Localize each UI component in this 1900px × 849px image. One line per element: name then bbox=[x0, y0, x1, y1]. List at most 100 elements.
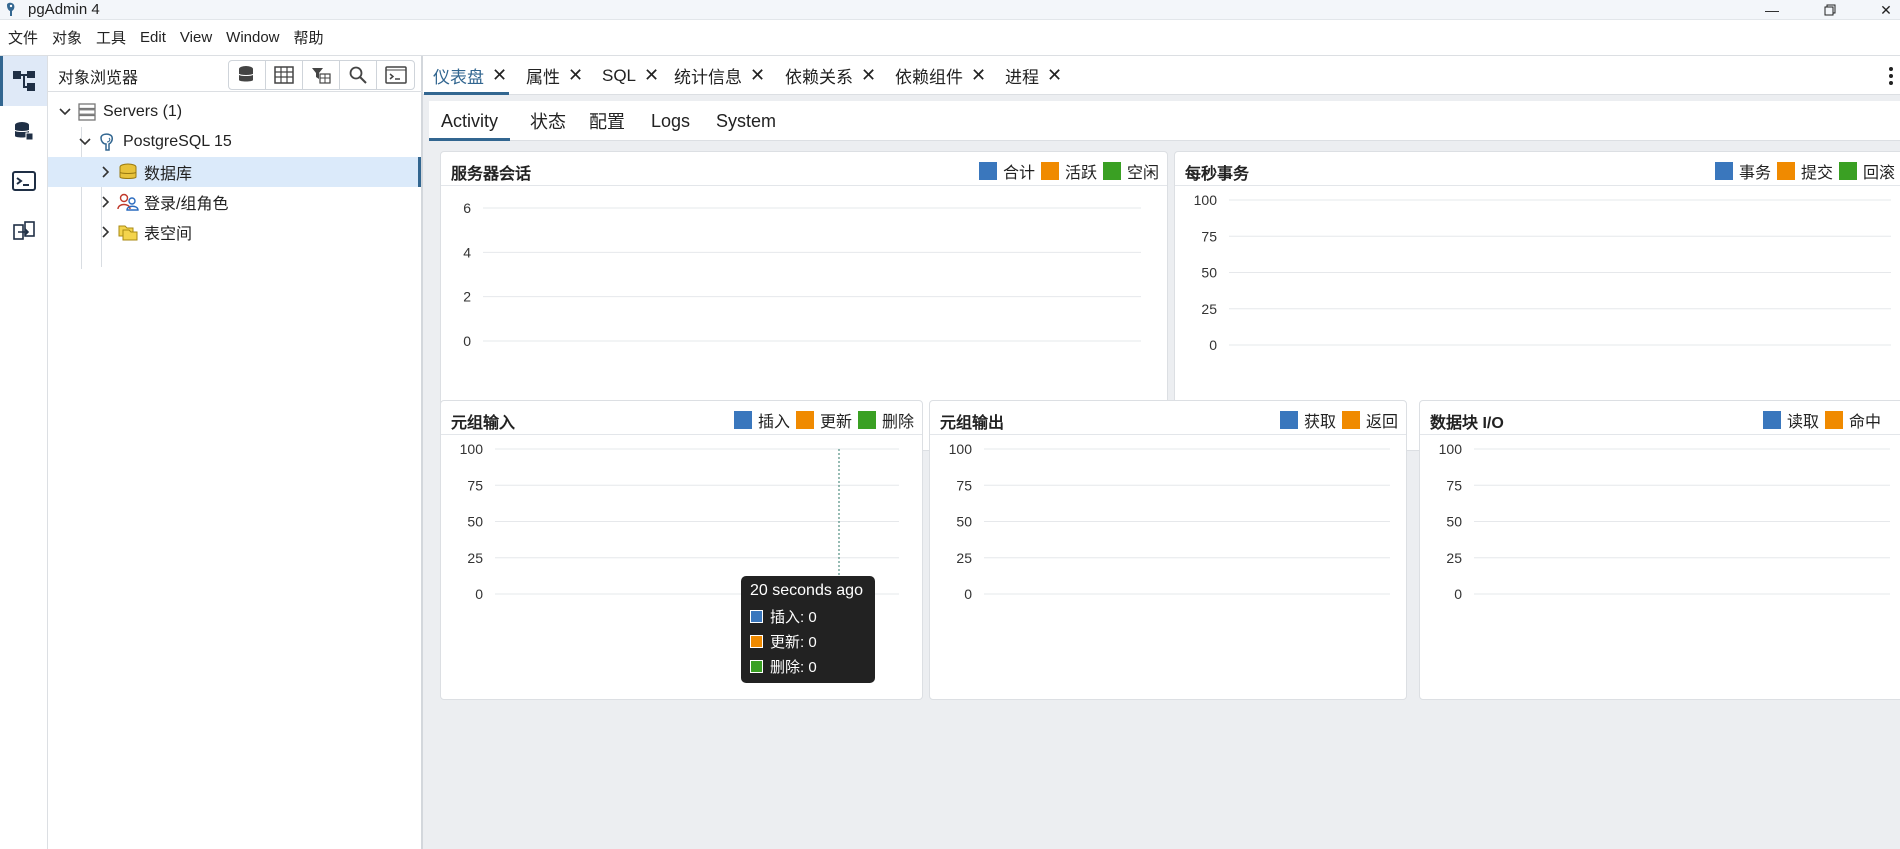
y-tick-label: 50 bbox=[1201, 265, 1217, 281]
tab-label: 统计信息 bbox=[674, 68, 742, 87]
schema-diff-strip-button[interactable] bbox=[0, 206, 47, 256]
chart-header: 服务器会话 合计 活跃 空闲 bbox=[441, 152, 1167, 186]
chart-header: 数据块 I/O 读取 命中 bbox=[1420, 401, 1900, 435]
menu-window[interactable]: Window bbox=[226, 29, 279, 46]
legend-item[interactable]: 更新 bbox=[795, 408, 852, 432]
title-bar: pgAdmin 4 — ✕ bbox=[0, 0, 1900, 20]
psql-tool-button[interactable] bbox=[377, 61, 414, 89]
legend-item[interactable]: 活跃 bbox=[1040, 159, 1097, 183]
y-tick-label: 25 bbox=[956, 550, 972, 566]
legend-swatch bbox=[795, 411, 814, 429]
legend-label: 活跃 bbox=[1064, 165, 1097, 182]
main-tab-bar: 仪表盘 ✕ 属性 ✕ SQL ✕ 统计信息 ✕ 依赖关系 ✕ 依赖组件 ✕ 进程 ✕ bbox=[423, 56, 1900, 95]
close-icon[interactable]: ✕ bbox=[1047, 65, 1062, 86]
legend-item[interactable]: 读取 bbox=[1762, 408, 1819, 432]
tab-dependents[interactable]: 依赖组件 ✕ bbox=[895, 56, 986, 95]
close-icon[interactable]: ✕ bbox=[750, 65, 765, 86]
tab-dependencies[interactable]: 依赖关系 ✕ bbox=[785, 56, 876, 95]
close-icon[interactable]: ✕ bbox=[971, 65, 986, 86]
legend-item[interactable]: 返回 bbox=[1341, 408, 1398, 432]
terminal-icon bbox=[11, 171, 36, 191]
subtab-state[interactable]: 状态 bbox=[530, 101, 566, 141]
chevron-right-icon[interactable] bbox=[99, 165, 113, 179]
y-tick-label: 2 bbox=[463, 289, 471, 305]
menu-view[interactable]: View bbox=[180, 29, 212, 46]
menu-edit[interactable]: Edit bbox=[140, 29, 166, 46]
chevron-right-icon[interactable] bbox=[99, 195, 113, 209]
chart-title: 元组输入 bbox=[451, 415, 516, 432]
chart-header: 每秒事务 事务 提交 回滚 bbox=[1175, 152, 1900, 186]
legend-label: 插入 bbox=[757, 414, 790, 431]
menu-tools[interactable]: 工具 bbox=[96, 27, 126, 48]
tooltip-label: 插入: 0 bbox=[770, 609, 817, 626]
tooltip-row: 插入: 0 bbox=[750, 604, 866, 629]
close-icon[interactable]: ✕ bbox=[644, 65, 659, 86]
legend-label: 空闲 bbox=[1126, 165, 1159, 182]
main-panel: 仪表盘 ✕ 属性 ✕ SQL ✕ 统计信息 ✕ 依赖关系 ✕ 依赖组件 ✕ 进程 ✕ Acti… bbox=[423, 56, 1900, 849]
chart-legend: 读取 命中 bbox=[1757, 408, 1881, 432]
psql-strip-button[interactable] bbox=[0, 156, 47, 206]
more-options-icon[interactable] bbox=[1888, 66, 1894, 86]
close-icon[interactable]: ✕ bbox=[861, 65, 876, 86]
view-data-button[interactable] bbox=[266, 61, 303, 89]
subtab-activity[interactable]: Activity bbox=[428, 101, 511, 141]
tree-node-tablespaces[interactable]: 表空间 bbox=[48, 217, 421, 247]
chart-legend: 事务 提交 回滚 bbox=[1709, 159, 1895, 183]
restore-button[interactable] bbox=[1810, 0, 1850, 20]
legend-item[interactable]: 事务 bbox=[1714, 159, 1771, 183]
subtab-logs[interactable]: Logs bbox=[651, 101, 690, 141]
legend-item[interactable]: 删除 bbox=[857, 408, 914, 432]
object-explorer-strip-button[interactable] bbox=[0, 56, 47, 106]
close-window-button[interactable]: ✕ bbox=[1866, 0, 1900, 20]
chevron-right-icon[interactable] bbox=[99, 225, 113, 239]
y-tick-label: 0 bbox=[964, 586, 972, 602]
menu-help[interactable]: 帮助 bbox=[294, 27, 324, 48]
minimize-button[interactable]: — bbox=[1752, 0, 1792, 20]
legend-item[interactable]: 合计 bbox=[978, 159, 1035, 183]
y-tick-label: 75 bbox=[956, 477, 972, 493]
tab-sql[interactable]: SQL ✕ bbox=[602, 56, 659, 95]
search-objects-button[interactable] bbox=[340, 61, 377, 89]
chevron-down-icon[interactable] bbox=[58, 105, 72, 119]
tooltip-label: 删除: 0 bbox=[770, 659, 817, 676]
legend-swatch bbox=[1838, 162, 1857, 180]
tree-node-databases[interactable]: 数据库 bbox=[48, 157, 421, 187]
chevron-down-icon[interactable] bbox=[78, 135, 92, 149]
menu-object[interactable]: 对象 bbox=[52, 27, 82, 48]
legend-item[interactable]: 提交 bbox=[1776, 159, 1833, 183]
close-icon[interactable]: ✕ bbox=[568, 65, 583, 86]
chart-header: 元组输入 插入 更新 删除 bbox=[441, 401, 922, 435]
legend-item[interactable]: 获取 bbox=[1279, 408, 1336, 432]
tree-label-databases: 数据库 bbox=[144, 166, 193, 183]
filter-table-icon bbox=[312, 68, 331, 84]
tooltip-label: 更新: 0 bbox=[770, 634, 817, 651]
subtab-configuration[interactable]: 配置 bbox=[589, 101, 625, 141]
legend-item[interactable]: 回滚 bbox=[1838, 159, 1895, 183]
query-tool-button[interactable] bbox=[229, 61, 266, 89]
y-tick-label: 0 bbox=[1209, 337, 1217, 353]
tab-dashboard[interactable]: 仪表盘 ✕ bbox=[423, 56, 510, 95]
schema-diff-icon bbox=[12, 221, 35, 240]
subtab-system[interactable]: System bbox=[716, 101, 776, 141]
legend-label: 删除 bbox=[881, 414, 914, 431]
tab-properties[interactable]: 属性 ✕ bbox=[526, 56, 583, 95]
legend-item[interactable]: 空闲 bbox=[1102, 159, 1159, 183]
filtered-rows-button[interactable] bbox=[303, 61, 340, 89]
legend-item[interactable]: 命中 bbox=[1824, 408, 1881, 432]
tab-statistics[interactable]: 统计信息 ✕ bbox=[674, 56, 765, 95]
tablespaces-folder-icon bbox=[117, 223, 139, 241]
chart-tooltip: 20 seconds ago 插入: 0 更新: 0 删除: 0 bbox=[741, 576, 875, 683]
legend-swatch bbox=[1824, 411, 1843, 429]
close-icon[interactable]: ✕ bbox=[492, 65, 507, 86]
legend-item[interactable]: 插入 bbox=[733, 408, 790, 432]
tree-node-servers[interactable]: Servers (1) bbox=[48, 97, 421, 127]
legend-label: 事务 bbox=[1738, 165, 1771, 182]
menu-file[interactable]: 文件 bbox=[8, 27, 38, 48]
tree-node-postgresql-15[interactable]: PostgreSQL 15 bbox=[48, 127, 421, 157]
tree-node-login-group-roles[interactable]: 登录/组角色 bbox=[48, 187, 421, 217]
tab-processes[interactable]: 进程 ✕ bbox=[1005, 56, 1062, 95]
database-icon bbox=[14, 122, 33, 141]
query-tool-strip-button[interactable] bbox=[0, 106, 47, 156]
legend-swatch bbox=[978, 162, 997, 180]
legend-label: 回滚 bbox=[1862, 165, 1895, 182]
